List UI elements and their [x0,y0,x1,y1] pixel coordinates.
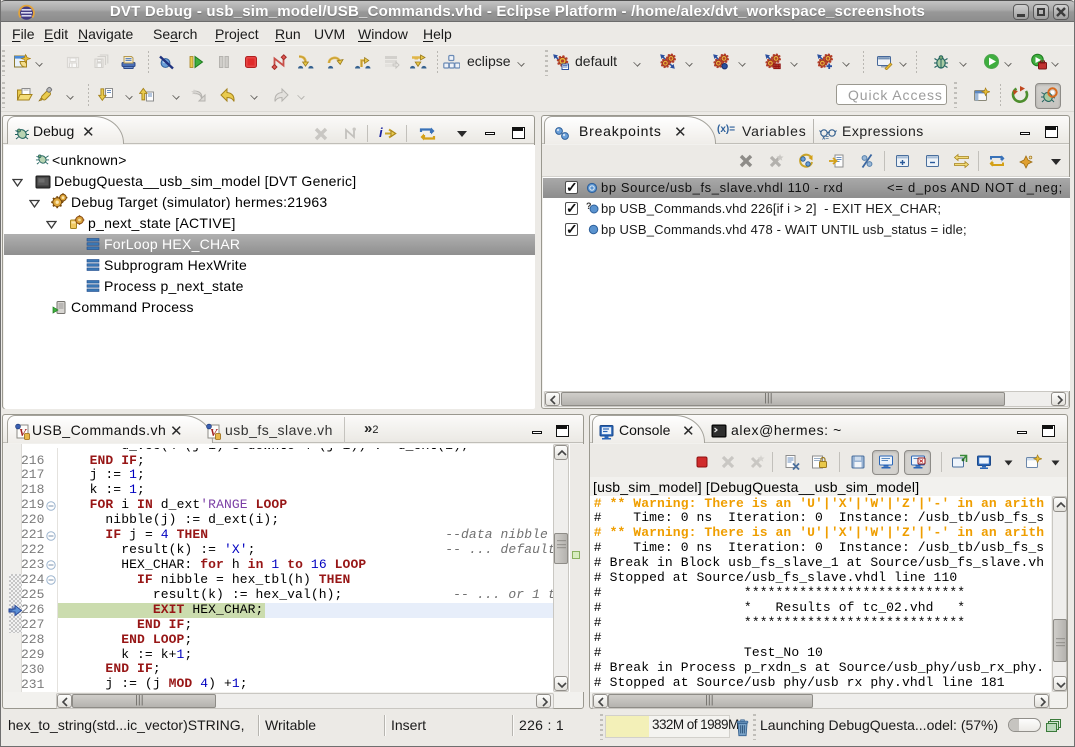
svg-text:x=: x= [822,136,829,141]
